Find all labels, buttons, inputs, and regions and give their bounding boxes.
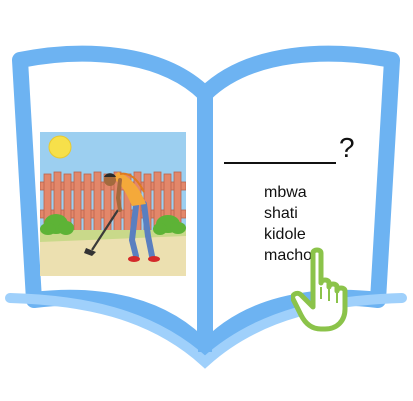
option-shati[interactable]: shati: [264, 203, 312, 224]
answer-blank: [224, 162, 336, 164]
sun-icon: [48, 135, 72, 159]
option-kidole[interactable]: kidole: [264, 224, 312, 245]
question-prompt: ?: [224, 128, 364, 168]
hand-pointer-icon: [291, 247, 348, 332]
question-mark: ?: [339, 132, 355, 163]
garden-illustration[interactable]: [40, 132, 186, 276]
option-mbwa[interactable]: mbwa: [264, 182, 312, 203]
garden-path: [40, 236, 186, 276]
